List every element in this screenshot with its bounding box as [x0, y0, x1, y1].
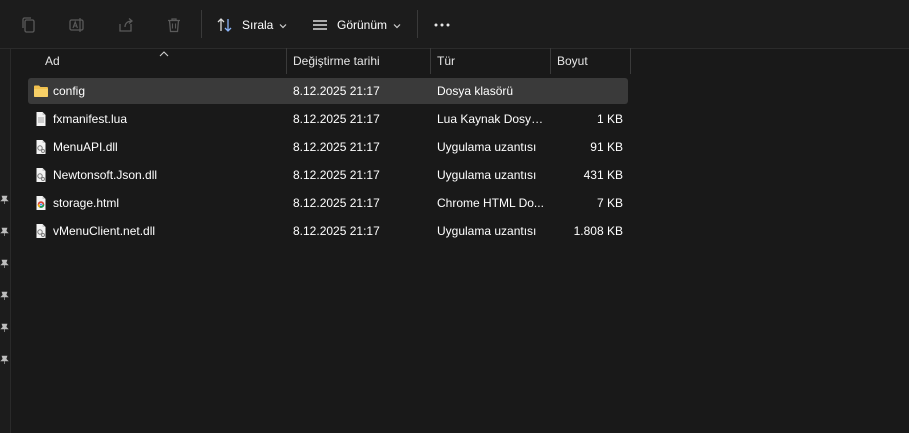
rename-button[interactable] [68, 12, 86, 38]
sort-label: Sırala [242, 18, 274, 32]
dll-file-icon [33, 139, 49, 155]
dll-file-icon [33, 223, 49, 239]
toolbar-separator [201, 10, 202, 38]
view-label: Görünüm [337, 18, 388, 32]
file-name: storage.html [53, 196, 120, 210]
column-header-type[interactable]: Tür [431, 48, 551, 74]
file-type: Chrome HTML Do... [437, 196, 544, 210]
file-size: 431 KB [583, 168, 623, 182]
file-date: 8.12.2025 21:17 [293, 168, 380, 182]
list-item[interactable]: MenuAPI.dll 8.12.2025 21:17 Uygulama uza… [28, 134, 628, 160]
list-item[interactable]: vMenuClient.net.dll 8.12.2025 21:17 Uygu… [28, 218, 628, 244]
file-type: Dosya klasörü [437, 84, 514, 98]
chevron-down-icon [279, 16, 287, 34]
file-size [558, 78, 623, 104]
file-size: 7 KB [596, 196, 623, 210]
dll-file-icon [33, 167, 49, 183]
trash-icon [165, 16, 183, 34]
list-item[interactable]: fxmanifest.lua 8.12.2025 21:17 Lua Kayna… [28, 106, 628, 132]
view-icon [311, 16, 329, 34]
file-name: fxmanifest.lua [53, 112, 128, 126]
rename-icon [68, 16, 86, 34]
share-icon [117, 16, 135, 34]
view-button[interactable]: Görünüm [311, 12, 401, 38]
file-date: 8.12.2025 21:17 [293, 224, 380, 238]
text-file-icon [33, 111, 49, 127]
share-button[interactable] [117, 12, 135, 38]
list-item[interactable]: storage.html 8.12.2025 21:17 Chrome HTML… [28, 190, 628, 216]
copy-icon [20, 16, 38, 34]
chevron-down-icon [393, 16, 401, 34]
sort-button[interactable]: Sırala [216, 12, 287, 38]
command-bar: Sırala Görünüm [0, 0, 909, 49]
delete-button[interactable] [165, 12, 183, 38]
file-name: config [53, 84, 86, 98]
more-icon [433, 16, 451, 34]
pin-icon[interactable] [0, 256, 9, 268]
file-type: Uygulama uzantısı [437, 168, 537, 182]
file-type: Uygulama uzantısı [437, 140, 537, 154]
file-date: 8.12.2025 21:17 [293, 112, 380, 126]
file-name: vMenuClient.net.dll [53, 224, 156, 238]
file-type: Uygulama uzantısı [437, 224, 537, 238]
file-name: Newtonsoft.Json.dll [53, 168, 158, 182]
pin-icon[interactable] [0, 288, 9, 300]
file-size: 1 KB [596, 112, 623, 126]
file-name: MenuAPI.dll [53, 140, 118, 154]
pin-icon[interactable] [0, 320, 9, 332]
file-date: 8.12.2025 21:17 [293, 84, 380, 98]
sort-icon [216, 16, 234, 34]
file-size: 1.808 KB [573, 224, 623, 238]
file-date: 8.12.2025 21:17 [293, 196, 380, 210]
file-date: 8.12.2025 21:17 [293, 140, 380, 154]
column-header-size[interactable]: Boyut [551, 48, 631, 74]
folder-icon [33, 83, 49, 99]
list-item[interactable]: Newtonsoft.Json.dll 8.12.2025 21:17 Uygu… [28, 162, 628, 188]
column-header-date[interactable]: Değiştirme tarihi [287, 48, 431, 74]
toolbar-separator [417, 10, 418, 38]
column-header-name[interactable]: Ad [28, 48, 287, 74]
list-item[interactable]: config 8.12.2025 21:17 Dosya klasörü [28, 78, 628, 104]
navigation-pane-edge [0, 49, 11, 433]
pin-icon[interactable] [0, 192, 9, 204]
pin-icon[interactable] [0, 224, 9, 236]
copy-button[interactable] [20, 12, 38, 38]
more-options-button[interactable] [433, 12, 451, 38]
file-type: Lua Kaynak Dosyası [437, 112, 547, 126]
chrome-html-icon [33, 195, 49, 211]
column-header-row: Ad Değiştirme tarihi Tür Boyut [28, 48, 631, 74]
pin-icon[interactable] [0, 352, 9, 364]
file-size: 91 KB [590, 140, 623, 154]
